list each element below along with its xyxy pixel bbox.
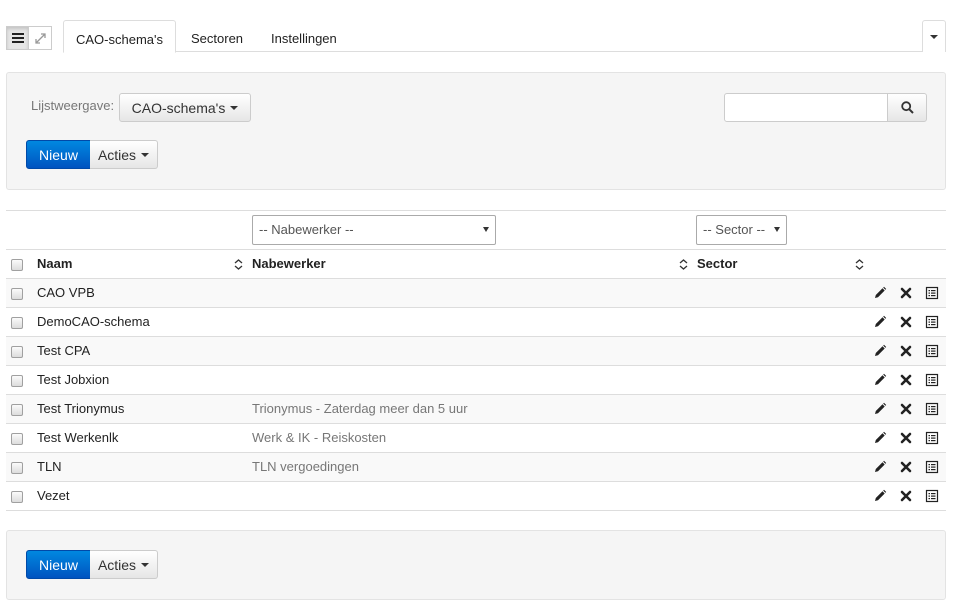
column-header-nabewerker[interactable]: Nabewerker xyxy=(252,250,326,279)
pencil-icon[interactable] xyxy=(873,402,887,416)
list-view-button[interactable] xyxy=(6,26,29,50)
bottom-new-button[interactable]: Nieuw xyxy=(26,550,91,579)
row-checkbox[interactable] xyxy=(11,462,23,474)
pencil-icon[interactable] xyxy=(873,315,887,329)
caret-down-icon xyxy=(930,35,938,39)
caret-down-icon xyxy=(141,563,150,567)
close-icon[interactable] xyxy=(899,431,913,445)
sector-filter-select[interactable]: -- Sector -- xyxy=(696,215,787,245)
close-icon[interactable] xyxy=(899,286,913,300)
row-naam[interactable]: Vezet xyxy=(37,482,70,511)
bottom-actions-label: Acties xyxy=(97,556,137,573)
actions-button[interactable]: Acties xyxy=(90,140,158,169)
row-nabewerker: Trionymus - Zaterdag meer dan 5 uur xyxy=(252,401,468,416)
chevron-down-icon xyxy=(774,227,780,232)
row-checkbox[interactable] xyxy=(11,317,23,329)
search-input[interactable] xyxy=(724,93,888,122)
list-view-label: Lijstweergave: xyxy=(31,98,115,113)
chevron-down-icon xyxy=(483,227,489,232)
toolbar-panel: Lijstweergave: CAO-schema's Nieuw Acties xyxy=(6,72,946,190)
table-row[interactable]: TLN TLN vergoedingen xyxy=(6,452,946,481)
pencil-icon[interactable] xyxy=(873,286,887,300)
tab-instellingen[interactable]: Instellingen xyxy=(259,20,349,52)
column-header-sector[interactable]: Sector xyxy=(697,250,737,279)
sort-icon[interactable] xyxy=(234,259,243,270)
bottom-toolbar-panel: Nieuw Acties xyxy=(6,530,946,600)
row-checkbox[interactable] xyxy=(11,346,23,358)
search-icon xyxy=(900,101,914,114)
tab-dropdown-button[interactable] xyxy=(922,20,946,52)
close-icon[interactable] xyxy=(899,489,913,503)
list-details-icon[interactable] xyxy=(925,373,939,387)
close-icon[interactable] xyxy=(899,460,913,474)
table-bottom-border xyxy=(6,510,946,511)
nabewerker-filter-select[interactable]: -- Nabewerker -- xyxy=(252,215,496,245)
row-naam[interactable]: Test CPA xyxy=(37,337,90,366)
list-details-icon[interactable] xyxy=(925,286,939,300)
row-naam[interactable]: CAO VPB xyxy=(37,279,95,308)
nabewerker-filter-value: -- Nabewerker -- xyxy=(259,222,354,237)
tab-sectoren[interactable]: Sectoren xyxy=(179,20,255,52)
tab-bar: CAO-schema's Sectoren Instellingen xyxy=(63,20,946,53)
list-details-icon[interactable] xyxy=(925,460,939,474)
close-icon[interactable] xyxy=(899,315,913,329)
table-row[interactable]: Vezet xyxy=(6,481,946,510)
table-row[interactable]: Test Werkenlk Werk & IK - Reiskosten xyxy=(6,423,946,452)
list-view-value: CAO-schema's xyxy=(131,99,226,116)
pencil-icon[interactable] xyxy=(873,489,887,503)
table-row[interactable]: CAO VPB xyxy=(6,278,946,307)
list-details-icon[interactable] xyxy=(925,344,939,358)
row-checkbox[interactable] xyxy=(11,404,23,416)
row-checkbox[interactable] xyxy=(11,375,23,387)
row-checkbox[interactable] xyxy=(11,491,23,503)
sector-filter-value: -- Sector -- xyxy=(703,222,766,237)
pencil-icon[interactable] xyxy=(873,460,887,474)
row-naam[interactable]: Test Trionymus xyxy=(37,395,124,424)
row-nabewerker: Werk & IK - Reiskosten xyxy=(252,430,387,445)
list-details-icon[interactable] xyxy=(925,489,939,503)
pencil-icon[interactable] xyxy=(873,373,887,387)
close-icon[interactable] xyxy=(899,344,913,358)
row-naam[interactable]: Test Werkenlk xyxy=(37,424,118,453)
row-naam[interactable]: Test Jobxion xyxy=(37,366,109,395)
table-row[interactable]: Test Trionymus Trionymus - Zaterdag meer … xyxy=(6,394,946,423)
tab-cao-schemas[interactable]: CAO-schema's xyxy=(63,20,177,53)
view-toggle xyxy=(6,26,52,50)
pencil-icon[interactable] xyxy=(873,431,887,445)
row-checkbox[interactable] xyxy=(11,288,23,300)
sort-icon[interactable] xyxy=(679,259,688,270)
expand-icon xyxy=(34,32,46,44)
new-button[interactable]: Nieuw xyxy=(26,140,91,169)
pencil-icon[interactable] xyxy=(873,344,887,358)
bottom-actions-button[interactable]: Acties xyxy=(90,550,158,579)
actions-label: Acties xyxy=(97,146,137,163)
filter-divider xyxy=(6,210,946,211)
list-view-dropdown[interactable]: CAO-schema's xyxy=(119,93,251,122)
search-button[interactable] xyxy=(887,93,927,122)
table-row[interactable]: Test Jobxion xyxy=(6,365,946,394)
caret-down-icon xyxy=(230,106,239,110)
expand-view-button[interactable] xyxy=(29,26,52,50)
caret-down-icon xyxy=(141,153,150,157)
close-icon[interactable] xyxy=(899,373,913,387)
list-details-icon[interactable] xyxy=(925,315,939,329)
row-checkbox[interactable] xyxy=(11,433,23,445)
row-naam[interactable]: DemoCAO-schema xyxy=(37,308,150,337)
table-row[interactable]: Test CPA xyxy=(6,336,946,365)
column-header-naam[interactable]: Naam xyxy=(37,250,72,279)
table-header: Naam Nabewerker Sector xyxy=(6,249,946,278)
table-row[interactable]: DemoCAO-schema xyxy=(6,307,946,336)
row-naam[interactable]: TLN xyxy=(37,453,62,482)
list-details-icon[interactable] xyxy=(925,431,939,445)
sort-icon[interactable] xyxy=(855,259,864,270)
close-icon[interactable] xyxy=(899,402,913,416)
list-details-icon[interactable] xyxy=(925,402,939,416)
select-all-checkbox[interactable] xyxy=(11,259,23,271)
row-nabewerker: TLN vergoedingen xyxy=(252,459,359,474)
list-icon xyxy=(11,33,24,43)
